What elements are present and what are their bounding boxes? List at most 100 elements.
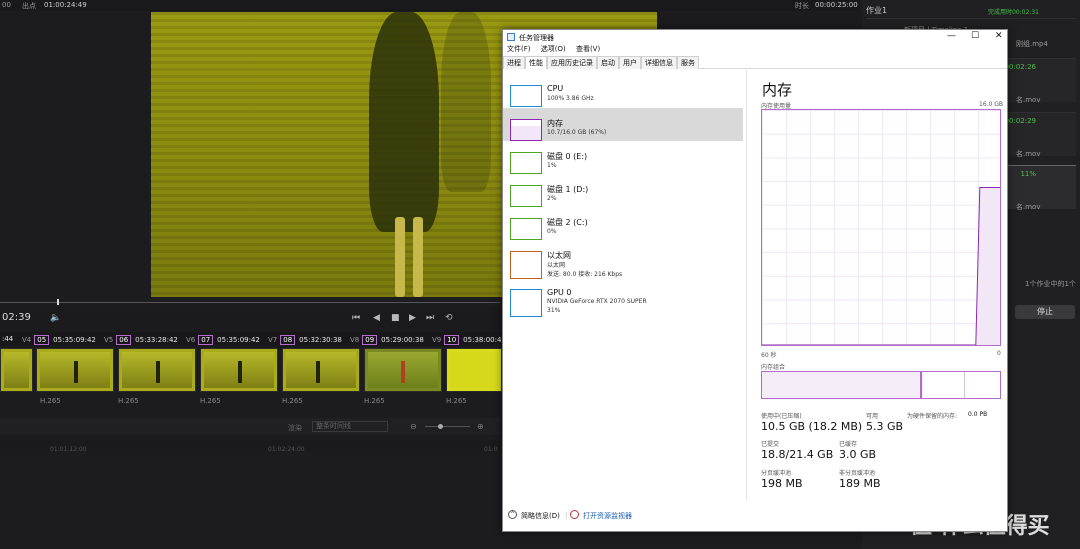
- loop-icon[interactable]: ⟲: [445, 313, 453, 323]
- tab-details[interactable]: 详细信息: [641, 56, 677, 69]
- clip-thumbnail[interactable]: [364, 348, 442, 392]
- zoom-slider[interactable]: [425, 426, 470, 427]
- paged-pool-value: 198 MB: [761, 477, 803, 490]
- job-title: 作业1: [866, 6, 888, 15]
- out-point-time: 01:00:24:49: [44, 1, 87, 9]
- render-select[interactable]: 整条时间线: [312, 421, 388, 432]
- cached-value: 3.0 GB: [839, 448, 877, 461]
- detail-title: 内存: [762, 81, 793, 99]
- usage-line: [762, 187, 1000, 345]
- title-bar[interactable]: 任务管理器 — ☐ ✕: [503, 30, 1007, 44]
- maximize-button[interactable]: ☐: [971, 31, 979, 41]
- memory-mini-graph: [510, 119, 542, 141]
- memory-usage-line: [762, 187, 1000, 345]
- minimize-button[interactable]: —: [947, 31, 956, 41]
- fewer-details-link[interactable]: 简略信息(D): [521, 511, 560, 521]
- dancer-leg: [395, 217, 405, 297]
- clip-thumbnail[interactable]: [282, 348, 360, 392]
- paged-pool-label: 分页缓冲池: [761, 470, 792, 477]
- task-manager-window: 任务管理器 — ☐ ✕ 文件(F) 选项(O) 查看(V) 进程 性能 应用历史记录…: [502, 29, 1008, 532]
- zoom-in-icon[interactable]: ⊕: [477, 422, 484, 431]
- close-button[interactable]: ✕: [995, 31, 1003, 41]
- clip-thumbnail[interactable]: [200, 348, 278, 392]
- clip-info: V7 08 05:32:30:38: [268, 335, 342, 345]
- nonpaged-pool-label: 非分页缓冲池: [839, 470, 876, 477]
- duration-label: 时长: [795, 2, 809, 10]
- tab-processes[interactable]: 进程: [503, 56, 525, 69]
- tab-strip: 进程 性能 应用历史记录 启动 用户 详细信息 服务: [503, 56, 1007, 69]
- memory-composition-bar: [761, 371, 1001, 399]
- job-status: 完成用时00:02:31: [988, 9, 1039, 16]
- current-timecode: 02:39: [2, 312, 31, 323]
- cached-label: 已缓存: [839, 441, 858, 448]
- composition-label: 内存组合: [761, 364, 786, 371]
- resource-item-ethernet[interactable]: 以太网 以太网 发送: 80.0 接收: 216 Kbps: [503, 240, 743, 279]
- graph-axis-right: 0: [997, 350, 1001, 357]
- clip-info: V4 05 05:35:09:42: [22, 335, 96, 345]
- in-point-time: 00: [2, 1, 11, 9]
- clip-codec: H.265: [118, 397, 139, 405]
- task-manager-icon: [507, 33, 515, 41]
- timeline-ruler: 01:01:12:00 01:02:24:00 01:0: [0, 440, 500, 453]
- menu-file[interactable]: 文件(F): [507, 45, 531, 53]
- clip-codec: H.265: [364, 397, 385, 405]
- gpu-mini-graph: [510, 289, 542, 317]
- clip-info: V5 06 05:33:28:42: [104, 335, 178, 345]
- out-point-label: 出点: [22, 2, 36, 10]
- footer-separator: |: [565, 511, 568, 519]
- memory-usage-graph: [761, 109, 1001, 346]
- go-to-start-icon[interactable]: ⏮: [352, 313, 360, 323]
- clip-thumbnail[interactable]: [0, 348, 33, 392]
- resource-item-cpu[interactable]: CPU 100% 3.86 GHz: [503, 74, 743, 107]
- stop-icon[interactable]: ■: [391, 313, 400, 323]
- clip-info: V6 07 05:35:09:42: [186, 335, 260, 345]
- zoom-out-icon[interactable]: ⊖: [410, 422, 417, 431]
- disk0-mini-graph: [510, 152, 542, 174]
- tab-services[interactable]: 服务: [677, 56, 699, 69]
- window-title: 任务管理器: [519, 34, 554, 42]
- playhead[interactable]: [57, 299, 59, 305]
- resource-item-gpu[interactable]: GPU 0 NVIDIA GeForce RTX 2070 SUPER 31%: [503, 278, 743, 317]
- clip-thumbnail[interactable]: [36, 348, 114, 392]
- play-icon[interactable]: ▶: [409, 313, 416, 323]
- clip-info: V8 09 05:29:00:38: [350, 335, 424, 345]
- tab-performance[interactable]: 性能: [525, 56, 547, 69]
- clip-thumbnail[interactable]: [446, 348, 502, 392]
- resource-monitor-icon: [570, 510, 579, 519]
- open-resource-monitor-link[interactable]: 打开资源监视器: [583, 511, 632, 521]
- in-use-label: 使用中(已压缩): [761, 413, 802, 420]
- tab-users[interactable]: 用户: [619, 56, 641, 69]
- clip-thumbnail[interactable]: [118, 348, 196, 392]
- menu-options[interactable]: 选项(O): [541, 45, 566, 53]
- go-to-end-icon[interactable]: ⏭: [426, 313, 434, 323]
- resource-item-memory[interactable]: 内存 10.7/16.0 GB (67%): [503, 108, 743, 141]
- tab-startup[interactable]: 启动: [597, 56, 619, 69]
- ethernet-mini-graph: [510, 251, 542, 279]
- tab-app-history[interactable]: 应用历史记录: [547, 56, 597, 69]
- clip-codec: H.265: [446, 397, 467, 405]
- speaker-icon[interactable]: 🔈: [50, 313, 61, 323]
- resource-item-disk0[interactable]: 磁盘 0 (E:) 1%: [503, 141, 743, 174]
- play-reverse-icon[interactable]: ◀: [373, 313, 380, 323]
- committed-value: 18.8/21.4 GB: [761, 448, 834, 461]
- in-use-value: 10.5 GB (18.2 MB): [761, 420, 863, 433]
- available-value: 5.3 GB: [866, 420, 904, 433]
- chevron-up-icon[interactable]: ^: [508, 510, 517, 519]
- render-label: 渲染: [288, 424, 302, 432]
- resource-item-disk1[interactable]: 磁盘 1 (D:) 2%: [503, 174, 743, 207]
- zoom-slider-handle[interactable]: [438, 424, 443, 429]
- duration-value: 00:00:25:00: [815, 1, 858, 9]
- stop-render-button[interactable]: 停止: [1015, 305, 1075, 319]
- dancer-figure: [369, 12, 439, 232]
- viewer-header: 00 出点 01:00:24:49 时长 00:00:25:00: [0, 0, 860, 11]
- clip-codec: H.265: [40, 397, 61, 405]
- dancer-ghost: [441, 12, 491, 192]
- resource-item-disk2[interactable]: 磁盘 2 (C:) 0%: [503, 207, 743, 240]
- clip-info: V9 10 05:38:00:4: [432, 335, 502, 345]
- usage-graph-max: 16.0 GB: [979, 101, 1004, 108]
- clip-tc-prefix: :44: [2, 335, 14, 343]
- available-label: 可用: [866, 413, 879, 420]
- menu-view[interactable]: 查看(V): [576, 45, 600, 53]
- committed-label: 已提交: [761, 441, 780, 448]
- disk1-mini-graph: [510, 185, 542, 207]
